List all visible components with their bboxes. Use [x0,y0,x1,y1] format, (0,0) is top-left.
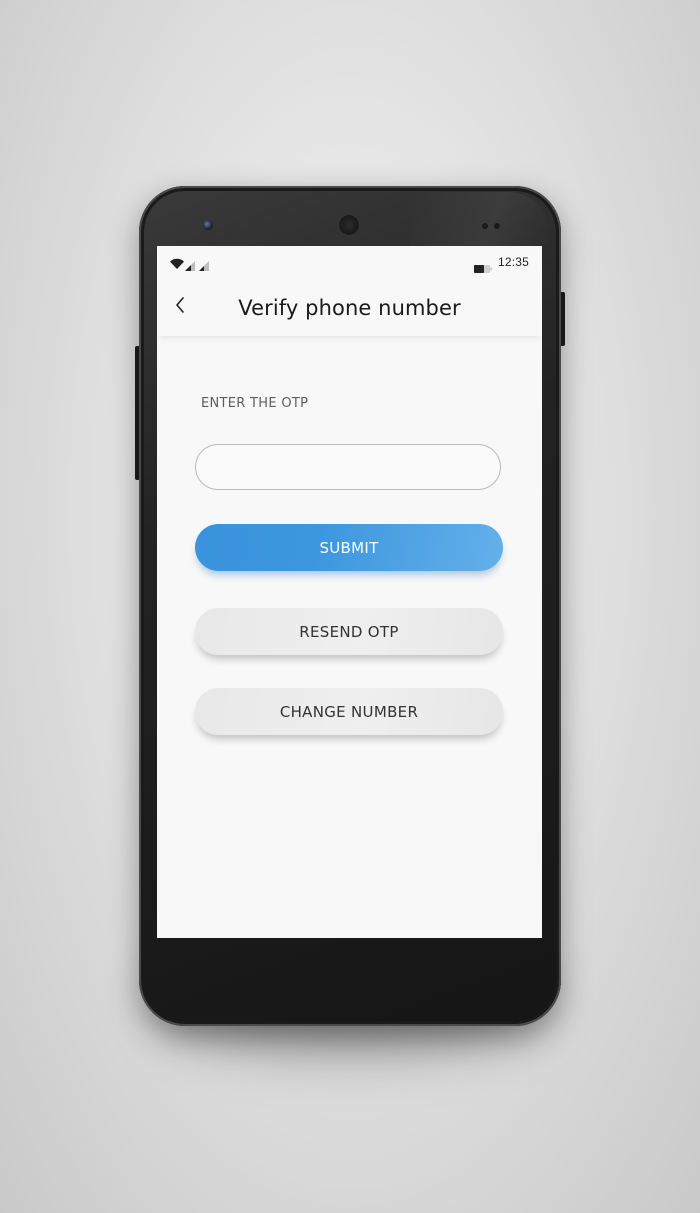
page-title: Verify phone number [238,296,461,320]
signal-icon [185,256,195,271]
resend-otp-button[interactable]: RESEND OTP [195,608,503,655]
submit-button[interactable]: SUBMIT [195,524,503,571]
otp-label: ENTER THE OTP [201,396,309,411]
status-bar: 12:35 [157,246,542,278]
phone-screen: 12:35 Verify phone number ENTER THE OTP … [157,246,542,938]
signal-icon [199,256,209,271]
battery-icon [474,258,492,273]
phone-sheen [409,192,549,246]
light-sensor [494,223,500,229]
otp-input[interactable] [195,444,501,490]
change-number-button[interactable]: CHANGE NUMBER [195,688,503,735]
proximity-sensor [482,223,488,229]
app-bar: Verify phone number [157,278,542,336]
status-time: 12:35 [498,255,530,269]
front-camera [203,220,213,230]
wifi-icon [169,255,185,269]
earpiece-speaker [338,214,360,236]
